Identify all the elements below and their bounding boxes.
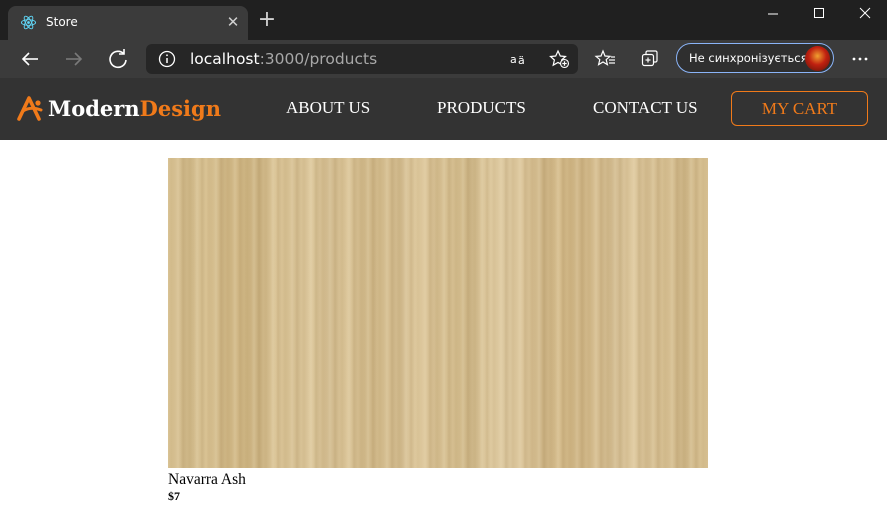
collections-icon[interactable] <box>636 45 664 73</box>
nav-products[interactable]: PRODUCTS <box>437 98 526 118</box>
back-arrow-icon[interactable] <box>16 45 44 73</box>
close-window-icon[interactable] <box>842 2 887 26</box>
product-name: Navarra Ash <box>168 471 246 488</box>
browser-tab-bar: Store ✕ + <box>0 0 887 40</box>
sync-status-label: Не синхронізується <box>689 51 808 65</box>
brand-a-logo-icon <box>17 96 43 121</box>
my-cart-button[interactable]: MY CART <box>731 91 868 126</box>
url-text[interactable]: localhost:3000/products <box>190 50 377 68</box>
brand-name: ModernDesign <box>48 95 221 123</box>
svg-text:a: a <box>510 53 517 66</box>
read-aloud-icon[interactable]: a ä <box>510 50 530 68</box>
add-favorite-icon[interactable] <box>548 49 570 69</box>
url-path: :3000/products <box>259 50 378 68</box>
avatar <box>805 46 830 71</box>
brand-name-part2: Design <box>139 96 221 121</box>
profile-sync-button[interactable]: Не синхронізується <box>676 43 834 73</box>
more-options-icon[interactable] <box>846 45 874 73</box>
site-header: ModernDesign ABOUT US PRODUCTS CONTACT U… <box>0 78 887 140</box>
forward-arrow-icon[interactable] <box>60 45 88 73</box>
nav-about-us[interactable]: ABOUT US <box>286 98 370 118</box>
svg-text:ä: ä <box>518 54 525 67</box>
product-image[interactable] <box>168 158 708 468</box>
product-price: $7 <box>168 489 180 503</box>
close-tab-icon[interactable]: ✕ <box>224 13 242 31</box>
site-info-icon[interactable] <box>158 50 176 68</box>
reload-icon[interactable] <box>104 45 132 73</box>
product-card[interactable]: Navarra Ash $7 <box>168 158 708 505</box>
maximize-window-icon[interactable] <box>796 2 842 26</box>
browser-tab[interactable]: Store ✕ <box>8 6 248 40</box>
minimize-window-icon[interactable] <box>750 2 796 26</box>
browser-toolbar: localhost:3000/products a ä Не синхроніз… <box>0 40 887 78</box>
nav-contact-us[interactable]: CONTACT US <box>593 98 698 118</box>
address-bar[interactable]: localhost:3000/products a ä <box>146 44 578 74</box>
favorites-icon[interactable] <box>592 45 620 73</box>
brand-name-part1: Modern <box>48 96 140 121</box>
react-logo-icon <box>20 15 37 30</box>
tab-title: Store <box>46 15 78 29</box>
new-tab-icon[interactable]: + <box>256 9 278 31</box>
url-host: localhost <box>190 50 260 68</box>
